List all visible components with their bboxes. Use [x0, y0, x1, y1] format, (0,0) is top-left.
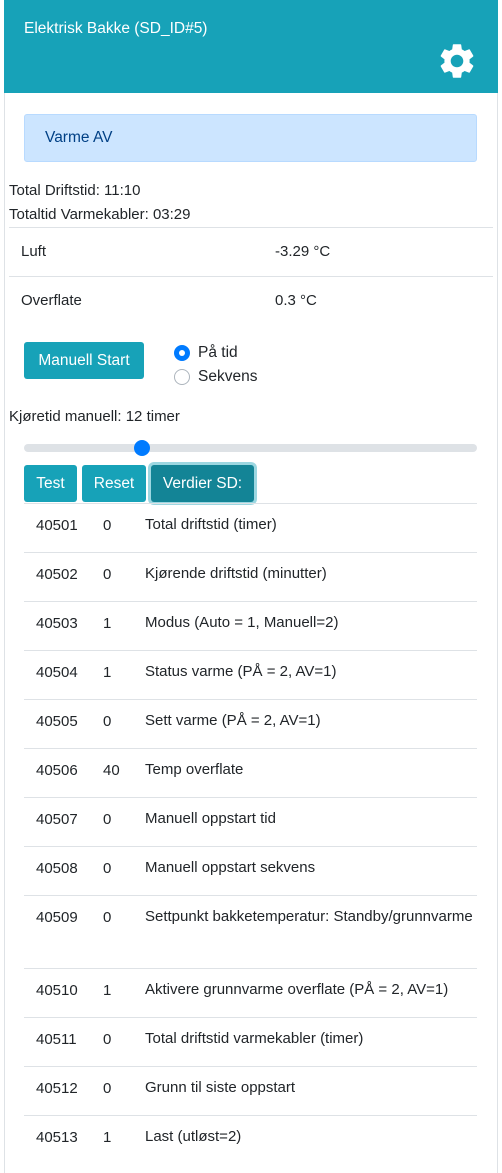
sd-description: Sett varme (PÅ = 2, AV=1): [145, 712, 321, 729]
sd-description: Settpunkt bakketemperatur: Standby/grunn…: [145, 908, 473, 925]
manual-runtime-label: Kjøretid manuell: 12 timer: [9, 408, 180, 425]
sd-value: 1: [103, 982, 112, 999]
mode-radio-on-time[interactable]: [174, 345, 190, 361]
page-title: Elektrisk Bakke (SD_ID#5): [24, 20, 208, 37]
sd-description: Kjørende driftstid (minutter): [145, 565, 327, 582]
sd-address: 40502: [36, 566, 78, 583]
sd-address: 40510: [36, 982, 78, 999]
table-row: 40509 0 Settpunkt bakketemperatur: Standby…: [24, 895, 477, 968]
table-row: 40511 0 Total driftstid varmekabler (timer…: [24, 1017, 477, 1066]
sd-description: Temp overflate: [145, 761, 244, 778]
sd-description: Last (utløst=2): [145, 1128, 242, 1145]
sd-description: Total driftstid (timer): [145, 516, 277, 533]
cable-runtime-text: Totaltid Varmekabler: 03:29: [9, 206, 191, 223]
sd-value: 0: [103, 909, 112, 926]
sd-value: 0: [103, 811, 112, 828]
sd-value: 1: [103, 615, 112, 632]
divider: [9, 276, 493, 277]
manual-start-button[interactable]: Manuell Start: [24, 342, 144, 379]
sd-description: Status varme (PÅ = 2, AV=1): [145, 663, 337, 680]
mode-radio-label[interactable]: På tid: [198, 344, 238, 362]
sd-value: 0: [103, 1080, 112, 1097]
test-button[interactable]: Test: [24, 465, 77, 502]
sd-value: 1: [103, 1129, 112, 1146]
mode-radio-sequence[interactable]: [174, 369, 190, 385]
table-row: 40508 0 Manuell oppstart sekvens: [24, 846, 477, 895]
sd-address: 40505: [36, 713, 78, 730]
sd-value: 0: [103, 713, 112, 730]
sd-address: 40512: [36, 1080, 78, 1097]
sensor-value-air: -3.29 °C: [275, 243, 331, 260]
sd-address: 40506: [36, 762, 78, 779]
sd-description: Aktivere grunnvarme overflate (PÅ = 2, A…: [145, 981, 449, 998]
gear-icon[interactable]: [436, 40, 478, 82]
manual-runtime-slider[interactable]: [24, 444, 477, 452]
sd-value: 0: [103, 860, 112, 877]
table-row: 40513 1 Last (utløst=2): [24, 1115, 477, 1164]
sd-address: 40507: [36, 811, 78, 828]
sd-description: Grunn til siste oppstart: [145, 1079, 296, 1096]
divider: [9, 227, 493, 228]
total-runtime-text: Total Driftstid: 11:10: [9, 182, 141, 199]
sd-address: 40508: [36, 860, 78, 877]
sd-value: 0: [103, 1031, 112, 1048]
sd-address: 40503: [36, 615, 78, 632]
sd-value: 40: [103, 762, 120, 779]
heating-status-alert: Varme AV: [24, 114, 477, 162]
sd-description: Modus (Auto = 1, Manuell=2): [145, 614, 339, 631]
sensor-label-surface: Overflate: [21, 292, 82, 309]
table-row: 40501 0 Total driftstid (timer): [24, 503, 477, 552]
table-row: 40505 0 Sett varme (PÅ = 2, AV=1): [24, 699, 477, 748]
sd-value: 1: [103, 664, 112, 681]
mode-radio-label[interactable]: Sekvens: [198, 368, 257, 386]
reset-button[interactable]: Reset: [82, 465, 146, 502]
sd-description: Total driftstid varmekabler (timer): [145, 1030, 364, 1047]
sd-address: 40509: [36, 909, 78, 926]
table-row: 40507 0 Manuell oppstart tid: [24, 797, 477, 846]
sd-address: 40504: [36, 664, 78, 681]
sensor-value-surface: 0.3 °C: [275, 292, 317, 309]
sd-address: 40501: [36, 517, 78, 534]
app-header: Elektrisk Bakke (SD_ID#5): [4, 0, 498, 93]
sd-description: Manuell oppstart sekvens: [145, 859, 316, 876]
sd-address: 40511: [36, 1031, 77, 1048]
values-sd-button[interactable]: Verdier SD:: [151, 465, 254, 502]
table-row: 40503 1 Modus (Auto = 1, Manuell=2): [24, 601, 477, 650]
sd-value: 0: [103, 566, 112, 583]
table-row: 40506 40 Temp overflate: [24, 748, 477, 797]
table-row: 40504 1 Status varme (PÅ = 2, AV=1): [24, 650, 477, 699]
sd-address: 40513: [36, 1129, 78, 1146]
sd-value: 0: [103, 517, 112, 534]
sensor-label-air: Luft: [21, 243, 47, 260]
table-row: 40510 1 Aktivere grunnvarme overflate (PÅ …: [24, 968, 477, 1017]
sd-description: Manuell oppstart tid: [145, 810, 276, 827]
slider-thumb[interactable]: [134, 440, 150, 456]
table-row: 40512 0 Grunn til siste oppstart: [24, 1066, 477, 1115]
table-row: 40502 0 Kjørende driftstid (minutter): [24, 552, 477, 601]
